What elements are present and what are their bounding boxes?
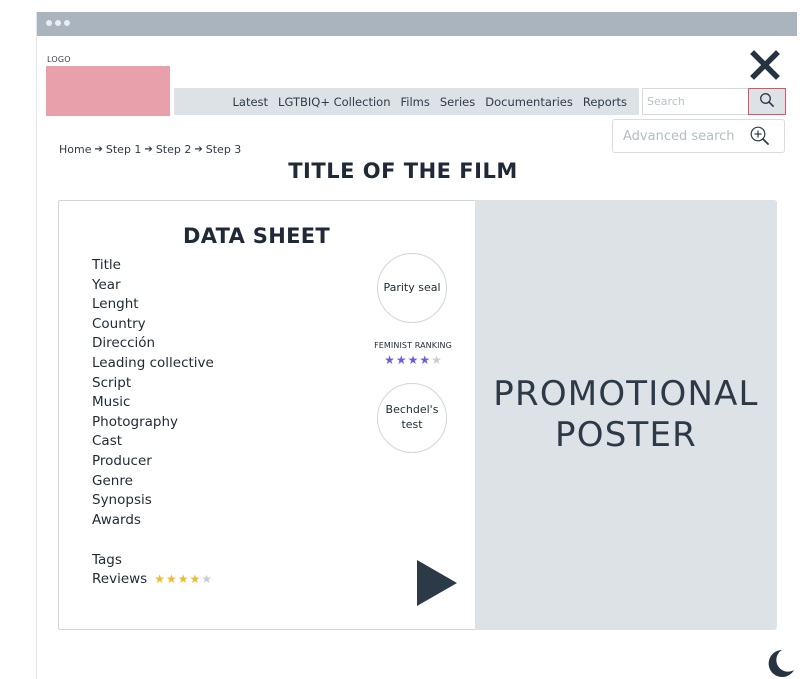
advanced-search-label: Advanced search bbox=[623, 128, 735, 144]
parity-seal-badge: Parity seal bbox=[377, 253, 447, 323]
search-button[interactable] bbox=[748, 88, 786, 115]
page-title: TITLE OF THE FILM bbox=[288, 159, 518, 183]
zoom-plus-icon bbox=[750, 126, 769, 145]
feminist-ranking-label: FEMINIST RANKING bbox=[374, 341, 452, 350]
browser-window: LOGO Latest LGTBIQ+ Collection Films Ser… bbox=[36, 12, 797, 679]
breadcrumb-home[interactable]: Home bbox=[59, 143, 91, 156]
nav-item-lgtbiq-collection[interactable]: LGTBIQ+ Collection bbox=[278, 95, 390, 109]
field-year: Year bbox=[92, 276, 121, 293]
bechdel-test-label: Bechdel's test bbox=[386, 403, 439, 433]
nav-item-latest[interactable]: Latest bbox=[233, 95, 269, 109]
field-title: Title bbox=[92, 257, 121, 273]
field-genre: Genre bbox=[92, 472, 133, 489]
tags-label[interactable]: Tags bbox=[92, 552, 122, 568]
window-close-dot[interactable] bbox=[46, 20, 52, 26]
data-sheet-title: DATA SHEET bbox=[182, 224, 331, 248]
feminist-ranking-rating: ★ ★ ★ ★ ★ bbox=[355, 353, 471, 367]
breadcrumb-arrow-icon: ➔ bbox=[194, 144, 203, 155]
close-x-icon[interactable] bbox=[748, 48, 782, 82]
bechdel-test-badge: Bechdel's test bbox=[377, 383, 447, 453]
nav-item-series[interactable]: Series bbox=[440, 95, 475, 109]
star-icon: ★ bbox=[165, 572, 177, 586]
poster-line-1: PROMOTIONAL bbox=[493, 374, 759, 415]
bechdel-line-1: Bechdel's bbox=[385, 403, 439, 417]
logo-label: LOGO bbox=[47, 55, 71, 64]
parity-seal-label: Parity seal bbox=[383, 280, 441, 294]
breadcrumb-step-2[interactable]: Step 2 bbox=[156, 143, 192, 156]
star-icon: ★ bbox=[189, 572, 201, 586]
search-icon bbox=[759, 92, 775, 112]
main-nav: Latest LGTBIQ+ Collection Films Series D… bbox=[174, 88, 639, 115]
field-cast: Cast bbox=[92, 433, 123, 450]
field-direction: Dirección bbox=[92, 335, 156, 352]
data-sheet-fields: Title Year Lenght Country Dirección Lead… bbox=[92, 256, 214, 530]
nav-item-reports[interactable]: Reports bbox=[583, 95, 627, 109]
field-length: Lenght bbox=[92, 296, 139, 313]
star-icon: ★ bbox=[177, 572, 189, 586]
star-empty-icon: ★ bbox=[201, 572, 213, 586]
star-icon: ★ bbox=[419, 353, 431, 367]
star-icon: ★ bbox=[395, 353, 407, 367]
promotional-poster[interactable]: PROMOTIONAL POSTER bbox=[475, 200, 777, 630]
poster-line-2: POSTER bbox=[555, 415, 697, 455]
search-input[interactable] bbox=[647, 92, 743, 111]
nav-item-documentaries[interactable]: Documentaries bbox=[485, 95, 573, 109]
star-icon: ★ bbox=[407, 353, 419, 367]
field-leading-collective: Leading collective bbox=[92, 354, 214, 371]
star-icon: ★ bbox=[154, 572, 165, 586]
field-producer: Producer bbox=[92, 452, 152, 469]
field-photography: Photography bbox=[92, 413, 179, 430]
logo-placeholder[interactable] bbox=[46, 66, 170, 116]
star-icon: ★ bbox=[384, 353, 395, 367]
field-awards: Awards bbox=[92, 511, 141, 528]
breadcrumb-arrow-icon: ➔ bbox=[144, 144, 153, 155]
bechdel-line-2: test bbox=[401, 418, 423, 431]
field-country: Country bbox=[92, 315, 146, 332]
nav-item-films[interactable]: Films bbox=[401, 95, 430, 109]
breadcrumb-step-1[interactable]: Step 1 bbox=[106, 143, 142, 156]
reviews-rating: ★ ★ ★ ★ ★ bbox=[154, 572, 212, 586]
field-music: Music bbox=[92, 394, 131, 411]
breadcrumb-step-3[interactable]: Step 3 bbox=[206, 143, 242, 156]
window-titlebar bbox=[37, 12, 797, 36]
star-empty-icon: ★ bbox=[431, 353, 442, 367]
reviews-label: Reviews bbox=[92, 571, 148, 587]
moon-icon[interactable] bbox=[766, 648, 796, 679]
field-script: Script bbox=[92, 374, 132, 391]
breadcrumb: Home ➔ Step 1 ➔ Step 2 ➔ Step 3 bbox=[59, 143, 241, 156]
breadcrumb-arrow-icon: ➔ bbox=[94, 144, 103, 155]
search-box bbox=[642, 88, 786, 115]
play-icon[interactable] bbox=[417, 560, 457, 610]
window-minimize-dot[interactable] bbox=[55, 20, 61, 26]
advanced-search-button[interactable]: Advanced search bbox=[612, 119, 785, 153]
field-synopsis: Synopsis bbox=[92, 492, 152, 509]
reviews-row[interactable]: Reviews ★ ★ ★ ★ ★ bbox=[92, 571, 212, 587]
window-maximize-dot[interactable] bbox=[64, 20, 70, 26]
window-controls bbox=[46, 20, 70, 26]
